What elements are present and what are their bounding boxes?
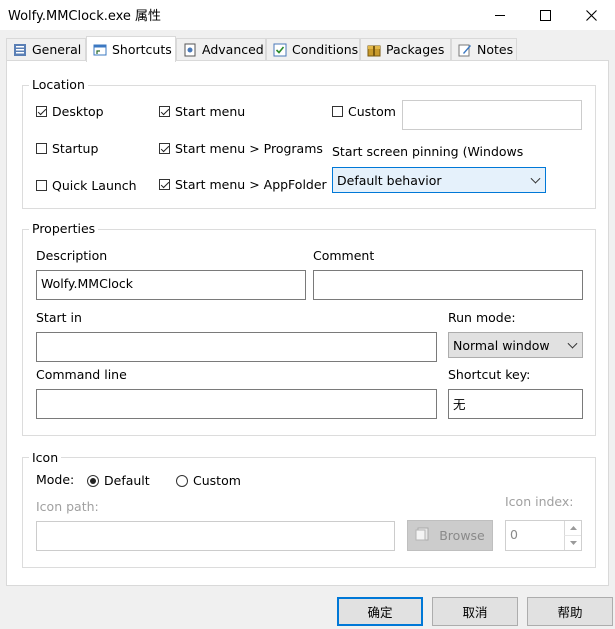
advanced-tab-icon (183, 43, 197, 57)
start-in-label: Start in (36, 310, 82, 325)
tab-shortcuts[interactable]: Shortcuts (86, 36, 176, 62)
shortcuts-tab-icon (93, 43, 107, 57)
icon-path-input[interactable] (36, 521, 395, 551)
command-line-input[interactable] (36, 389, 437, 419)
run-mode-value: Normal window (453, 337, 550, 353)
tab-notes-label: Notes (477, 42, 514, 57)
cancel-button[interactable]: 取消 (432, 597, 518, 626)
shortcut-key-input[interactable]: 无 (448, 389, 583, 419)
tab-conditions[interactable]: Conditions (266, 38, 360, 60)
title-bar: Wolfy.MMClock.exe 属性 (0, 0, 615, 30)
tab-general-label: General (32, 42, 82, 57)
description-label: Description (36, 248, 108, 263)
run-mode-dropdown[interactable]: Normal window (448, 332, 583, 358)
notes-tab-icon (458, 43, 472, 57)
start-screen-pinning-dropdown[interactable]: Default behavior (332, 167, 546, 193)
start-menu-appfolder-checkbox-box[interactable] (159, 179, 170, 190)
icon-mode-default-label: Default (104, 473, 150, 488)
startup-checkbox-box[interactable] (36, 143, 47, 154)
packages-tab-icon (367, 43, 381, 57)
icon-legend: Icon (29, 450, 62, 465)
command-line-label: Command line (36, 367, 127, 382)
start-menu-appfolder-label: Start menu > AppFolder (175, 177, 327, 192)
browse-folder-icon (415, 527, 431, 544)
start-menu-checkbox[interactable]: Start menu (159, 104, 245, 119)
start-screen-pinning-label: Start screen pinning (Windows (332, 144, 524, 159)
caret-down-icon (569, 541, 577, 545)
icon-mode-default-radio-dot[interactable] (87, 474, 99, 487)
custom-location-input[interactable] (402, 100, 582, 130)
tab-notes[interactable]: Notes (451, 38, 517, 60)
custom-location-checkbox[interactable]: Custom (332, 104, 396, 119)
spinner-down-button[interactable] (564, 536, 581, 550)
close-icon (585, 9, 597, 21)
location-legend: Location (29, 77, 88, 92)
spinner-up-button[interactable] (564, 521, 581, 536)
tab-advanced[interactable]: Advanced (176, 38, 266, 60)
start-screen-pinning-value: Default behavior (337, 172, 442, 188)
custom-location-label: Custom (348, 104, 396, 119)
start-menu-programs-checkbox-box[interactable] (159, 143, 170, 154)
tab-general[interactable]: General (6, 38, 86, 60)
start-in-input[interactable] (36, 332, 437, 362)
maximize-button[interactable] (522, 0, 568, 30)
icon-mode-custom-radio-dot[interactable] (176, 474, 188, 487)
tab-packages-label: Packages (386, 42, 445, 57)
window-title: Wolfy.MMClock.exe 属性 (8, 9, 162, 24)
caret-up-icon (569, 526, 577, 530)
icon-index-value: 0 (510, 527, 518, 542)
desktop-checkbox[interactable]: Desktop (36, 104, 104, 119)
tab-advanced-label: Advanced (202, 42, 264, 57)
icon-mode-custom-radio[interactable]: Custom (176, 473, 241, 488)
close-button[interactable] (568, 0, 614, 30)
icon-index-spinner[interactable]: 0 (505, 520, 582, 551)
chevron-down-icon (530, 173, 541, 184)
shortcut-key-label: Shortcut key: (448, 367, 531, 382)
tab-conditions-label: Conditions (292, 42, 359, 57)
icon-mode-custom-label: Custom (193, 473, 241, 488)
startup-label: Startup (52, 141, 99, 156)
help-button[interactable]: 帮助 (527, 597, 613, 626)
tab-packages[interactable]: Packages (360, 38, 451, 60)
desktop-checkbox-box[interactable] (36, 106, 47, 117)
start-menu-appfolder-checkbox[interactable]: Start menu > AppFolder (159, 177, 327, 192)
general-tab-icon (13, 43, 27, 57)
tab-shortcuts-label: Shortcuts (112, 42, 172, 57)
startup-checkbox[interactable]: Startup (36, 141, 98, 156)
quick-launch-label: Quick Launch (52, 178, 137, 193)
chevron-down-icon (567, 338, 578, 349)
description-input[interactable]: Wolfy.MMClock (36, 270, 306, 300)
browse-label: Browse (439, 528, 485, 543)
custom-location-checkbox-box[interactable] (332, 106, 343, 117)
desktop-label: Desktop (52, 104, 104, 119)
minimize-icon (495, 14, 505, 16)
icon-index-label: Icon index: (505, 494, 574, 509)
comment-input[interactable] (313, 270, 583, 300)
run-mode-label: Run mode: (448, 310, 516, 325)
quick-launch-checkbox-box[interactable] (36, 180, 47, 191)
properties-legend: Properties (29, 221, 99, 236)
icon-mode-default-radio[interactable]: Default (87, 473, 150, 488)
start-menu-programs-checkbox[interactable]: Start menu > Programs (159, 141, 323, 156)
icon-mode-label: Mode: (36, 472, 75, 487)
start-menu-checkbox-box[interactable] (159, 106, 170, 117)
comment-label: Comment (313, 248, 375, 263)
quick-launch-checkbox[interactable]: Quick Launch (36, 178, 137, 193)
icon-path-label: Icon path: (36, 499, 99, 514)
conditions-tab-icon (273, 43, 287, 57)
start-menu-label: Start menu (175, 104, 246, 119)
start-menu-programs-label: Start menu > Programs (175, 141, 323, 156)
ok-button[interactable]: 确定 (337, 597, 423, 626)
maximize-icon (539, 9, 551, 21)
browse-button[interactable]: Browse (407, 520, 493, 551)
minimize-button[interactable] (477, 0, 523, 30)
